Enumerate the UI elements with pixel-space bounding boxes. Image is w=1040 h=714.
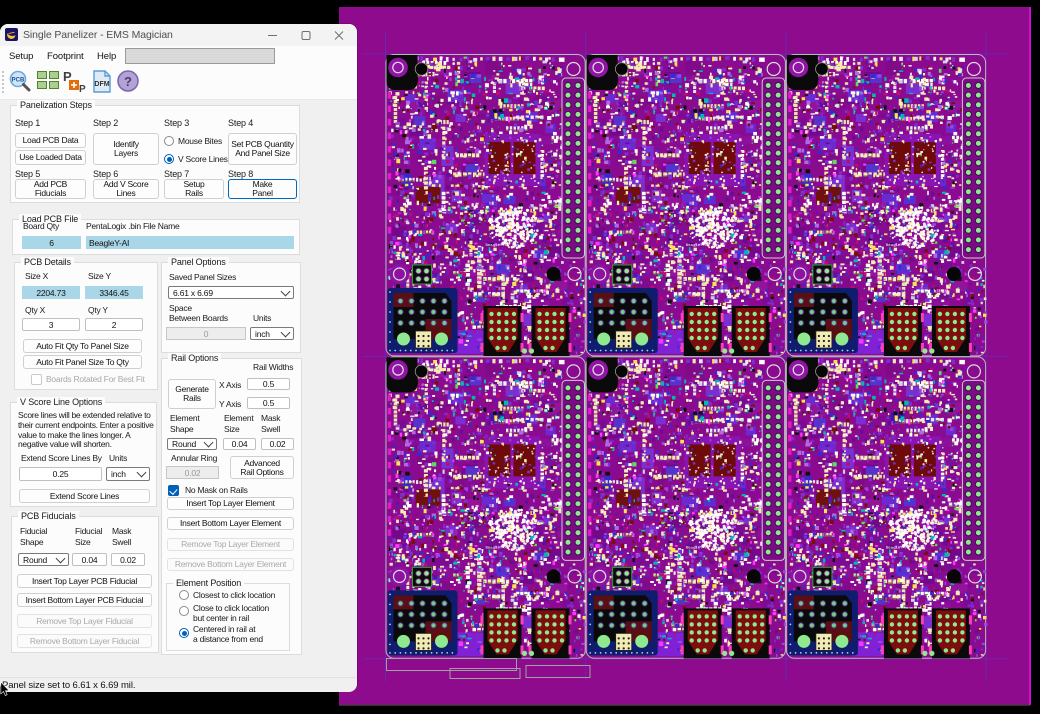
svg-text:DFM: DFM [94, 81, 109, 88]
svg-text:P: P [79, 84, 86, 93]
svg-text:PCB: PCB [12, 78, 25, 84]
svg-text:?: ? [124, 74, 132, 89]
